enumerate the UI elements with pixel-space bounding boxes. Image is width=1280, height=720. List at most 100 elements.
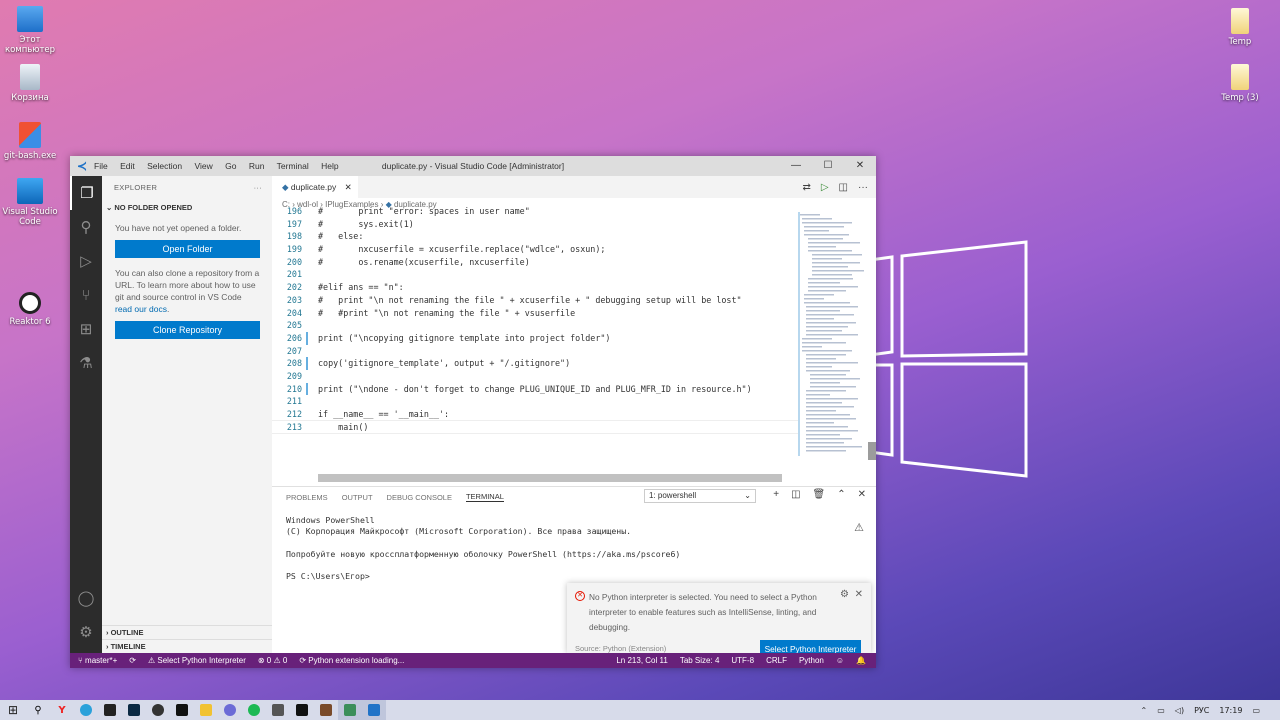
network-icon[interactable]: ▭ — [1157, 706, 1165, 715]
telegram-icon[interactable] — [74, 700, 98, 720]
language-mode[interactable]: Python — [799, 653, 824, 668]
run-debug-icon[interactable]: ▷ — [70, 244, 102, 278]
desktop-icon-temp[interactable]: Temp — [1210, 8, 1270, 47]
tab-problems[interactable]: PROBLEMS — [286, 493, 328, 502]
line-endings[interactable]: CRLF — [766, 653, 787, 668]
feedback-icon[interactable]: ☺ — [836, 653, 844, 668]
browser-icon[interactable] — [218, 700, 242, 720]
ableton-icon[interactable] — [170, 700, 194, 720]
code-line[interactable]: 199 # nxcuserfile = xcuserfile.replace("w… — [272, 243, 798, 256]
encoding[interactable]: UTF-8 — [731, 653, 754, 668]
code-line[interactable]: 210 print ("\ndone - don't forget to chan… — [272, 382, 798, 396]
vscode-taskbar-icon[interactable] — [362, 700, 386, 720]
minimap[interactable] — [798, 212, 868, 456]
read-docs-link[interactable]: read our docs — [115, 304, 167, 314]
tab-size[interactable]: Tab Size: 4 — [680, 653, 720, 668]
code-line[interactable]: 206 print ("\ncopying gitignore template … — [272, 331, 798, 345]
terminal-app-icon[interactable] — [290, 700, 314, 720]
warning-icon[interactable]: ⚠ — [854, 521, 864, 534]
clone-repository-button[interactable]: Clone Repository — [115, 321, 260, 339]
trash-icon[interactable]: 🗑 — [813, 489, 826, 500]
menu-help[interactable]: Help — [321, 161, 338, 171]
terminal-output[interactable]: Windows PowerShell (C) Корпорация Майкрос… — [272, 507, 876, 583]
code-editor[interactable]: 196 # print "error: spaces in user name" 1… — [272, 205, 798, 469]
tab-duplicate-py[interactable]: ◆ duplicate.py ✕ — [272, 176, 358, 198]
terminal-select[interactable]: 1: powershell ⌄ — [644, 489, 756, 503]
code-line[interactable]: 204 # #print "\n not renaming the file " … — [272, 307, 798, 320]
menu-selection[interactable]: Selection — [147, 161, 182, 171]
code-line[interactable]: 200 # os.rename(xcuserfile, nxcuserfile) — [272, 256, 798, 269]
close-panel-icon[interactable]: ✕ — [858, 489, 866, 500]
sync-icon[interactable]: ⟳ — [129, 653, 136, 668]
menu-file[interactable]: File — [94, 161, 108, 171]
code-line[interactable]: 207 — [272, 345, 798, 358]
code-line[interactable]: 209 — [272, 370, 798, 383]
code-line[interactable]: 213 main() — [272, 419, 798, 435]
horizontal-scrollbar[interactable] — [318, 474, 782, 482]
notifications-icon[interactable]: ▭ — [1252, 706, 1260, 715]
yandex-browser-icon[interactable]: Y — [50, 700, 74, 720]
tab-output[interactable]: OUTPUT — [342, 493, 373, 502]
search-icon[interactable]: ⚲ — [26, 700, 50, 720]
maximize-panel-icon[interactable]: ⌃ — [837, 489, 845, 500]
menu-go[interactable]: Go — [225, 161, 236, 171]
run-file-icon[interactable]: ▷ — [821, 182, 829, 193]
start-button[interactable]: ⊞ — [0, 700, 26, 720]
desktop-icon-vscode[interactable]: Visual Studio Code — [0, 178, 60, 227]
select-interpreter-status[interactable]: ⚠ Select Python Interpreter — [148, 653, 246, 668]
chevron-up-icon[interactable]: ⌃ — [1141, 706, 1148, 715]
desktop-icon-temp-3[interactable]: Temp (3) — [1210, 64, 1270, 103]
gear-icon[interactable]: ⚙ — [840, 589, 849, 600]
close-icon[interactable]: ✕ — [855, 589, 863, 600]
problems-status[interactable]: ⊗ 0 ⚠ 0 — [258, 653, 287, 668]
tab-close-icon[interactable]: ✕ — [345, 182, 352, 192]
code-line[interactable]: 198 # else: — [272, 230, 798, 243]
testing-icon[interactable]: ⚗ — [70, 346, 102, 380]
code-line[interactable]: 205 — [272, 319, 798, 332]
desktop-icon-recycle-bin[interactable]: Корзина — [0, 64, 60, 103]
account-icon[interactable]: ◯ — [70, 581, 102, 615]
spotify-icon[interactable] — [242, 700, 266, 720]
code-line[interactable]: 196 # print "error: spaces in user name" — [272, 205, 798, 218]
code-line[interactable]: 201 — [272, 268, 798, 281]
git-gui-icon[interactable] — [338, 700, 362, 720]
select-interpreter-button[interactable]: Select Python Interpreter — [760, 640, 861, 653]
app-icon[interactable] — [314, 700, 338, 720]
source-control-icon[interactable]: ⑂ — [70, 278, 102, 312]
close-button[interactable]: ✕ — [844, 156, 876, 176]
code-line[interactable]: 208 copy('gitignore_template', output + "… — [272, 357, 798, 370]
menu-view[interactable]: View — [194, 161, 212, 171]
photoshop-icon[interactable] — [122, 700, 146, 720]
code-line[interactable]: 197 # sys.exit(1) — [272, 218, 798, 231]
open-changes-icon[interactable]: ⇄ — [802, 182, 810, 193]
desktop-icon-reaktor[interactable]: Reaktor 6 — [0, 292, 60, 327]
desktop-icon-git-bash[interactable]: git-bash.exe — [0, 122, 60, 161]
notifications-bell-icon[interactable]: 🔔 — [856, 653, 866, 668]
timeline-section[interactable]: › TIMELINE — [102, 639, 272, 653]
extensions-icon[interactable]: ⊞ — [70, 312, 102, 346]
no-folder-section[interactable]: ⌄ NO FOLDER OPENED — [102, 200, 272, 216]
code-line[interactable]: 203 # print "\n not renaming the file " +… — [272, 294, 798, 307]
file-explorer-icon[interactable] — [194, 700, 218, 720]
settings-gear-icon[interactable]: ⚙ — [70, 615, 102, 649]
language-indicator[interactable]: РУС — [1194, 706, 1209, 715]
split-editor-icon[interactable]: ◫ — [839, 182, 848, 193]
more-actions-icon[interactable]: ··· — [858, 182, 868, 193]
tab-terminal[interactable]: TERMINAL — [465, 492, 504, 502]
desktop-icon-computer[interactable]: Этот компьютер — [0, 6, 60, 55]
cursor-position[interactable]: Ln 213, Col 11 — [616, 653, 667, 668]
branch-status[interactable]: ⑂ master*+ — [78, 653, 117, 668]
explorer-icon[interactable]: ❐ — [70, 176, 102, 210]
menu-run[interactable]: Run — [249, 161, 265, 171]
music-app-icon[interactable] — [146, 700, 170, 720]
app-icon[interactable] — [98, 700, 122, 720]
vertical-scrollbar[interactable] — [868, 442, 876, 460]
open-folder-button[interactable]: Open Folder — [115, 240, 260, 258]
menu-edit[interactable]: Edit — [120, 161, 135, 171]
more-actions-icon[interactable]: ··· — [254, 176, 262, 200]
maximize-button[interactable]: ☐ — [812, 156, 844, 176]
volume-icon[interactable]: ◁) — [1175, 706, 1184, 715]
outline-section[interactable]: › OUTLINE — [102, 625, 272, 639]
search-icon[interactable]: ⚲ — [70, 210, 102, 244]
clock[interactable]: 17:19 — [1219, 706, 1242, 715]
